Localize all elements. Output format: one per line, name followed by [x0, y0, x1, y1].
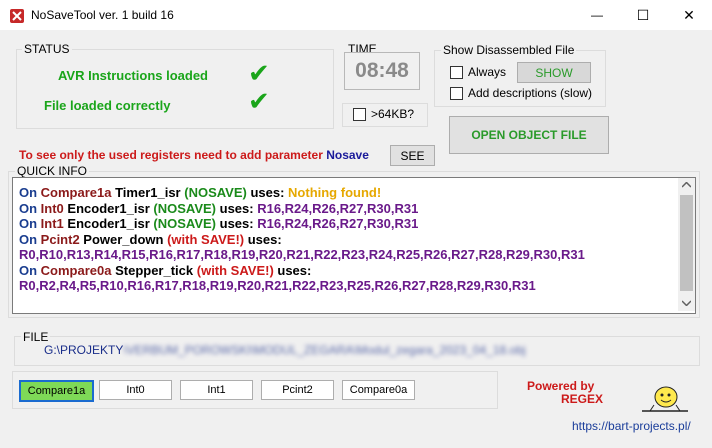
app-icon — [10, 9, 24, 23]
hint-text: To see only the used registers need to a… — [19, 148, 369, 162]
quick-info-segment: Int0 — [40, 200, 68, 216]
quick-info-segment: Timer1_isr — [115, 185, 185, 200]
vector-button-compare1a[interactable]: Compare1a — [19, 380, 94, 402]
minimize-icon: — — [591, 8, 603, 22]
quick-info-segment: (with SAVE!) — [196, 262, 278, 278]
file-path-prefix: G:\PROJEKTY — [44, 343, 124, 357]
quick-info-segment: Encoder1_isr — [67, 216, 154, 231]
status-avr-loaded: AVR Instructions loaded — [58, 68, 208, 83]
website-link[interactable]: https://bart-projects.pl/ — [572, 419, 691, 433]
disassembled-legend: Show Disassembled File — [441, 43, 577, 57]
quick-info-scrollbar[interactable] — [678, 178, 695, 311]
over64-checkbox[interactable] — [353, 108, 366, 121]
close-button[interactable]: ✕ — [666, 0, 712, 30]
time-display: 08:48 — [344, 52, 420, 90]
powered-by-label: Powered by — [527, 379, 595, 393]
status-group — [16, 49, 334, 129]
quick-info-segment: Nothing found! — [288, 185, 382, 200]
quick-info-legend: QUICK INFO — [15, 164, 90, 178]
quick-info-segment: Power_down — [83, 231, 168, 247]
file-path: G:\PROJEKTY\VERBUM_POROWSKI\MODUL_ZEGARA… — [44, 343, 526, 357]
see-button[interactable]: SEE — [390, 145, 435, 166]
add-descriptions-checkbox[interactable] — [450, 87, 463, 100]
quick-info-segment: R16,R24,R26,R27,R30,R31 — [257, 200, 419, 216]
vector-button-compare0a[interactable]: Compare0a — [342, 380, 415, 400]
quick-info-segment: Encoder1_isr — [67, 200, 154, 216]
quick-info-line: On Int0 Encoder1_isr (NOSAVE) uses: R16,… — [19, 201, 674, 217]
quick-info-segment: Pcint2 — [40, 231, 84, 247]
quick-info-line: On Compare0a Stepper_tick (with SAVE!) u… — [19, 263, 674, 279]
minimize-button[interactable]: — — [574, 0, 620, 30]
quick-info-lines: On Compare1a Timer1_isr (NOSAVE) uses: N… — [19, 185, 674, 294]
quick-info-segment: uses: — [250, 185, 289, 200]
quick-info-segment: (with SAVE!) — [167, 231, 248, 247]
open-object-file-button[interactable]: OPEN OBJECT FILE — [449, 116, 609, 154]
hint-param: Nosave — [326, 148, 369, 162]
quick-info-segment: R0,R2,R4,R5,R10,R16,R17,R18,R19,R20,R21,… — [19, 278, 536, 293]
vector-button-pcint2[interactable]: Pcint2 — [261, 380, 334, 400]
status-legend: STATUS — [22, 42, 72, 56]
quick-info-segment: On — [19, 185, 41, 200]
quick-info-segment: (NOSAVE) — [153, 200, 220, 216]
maximize-button[interactable]: ☐ — [620, 0, 666, 30]
quick-info-textbox[interactable]: On Compare1a Timer1_isr (NOSAVE) uses: N… — [12, 177, 696, 314]
quick-info-segment: On — [19, 200, 41, 216]
quick-info-segment: (NOSAVE) — [153, 216, 220, 231]
always-checkbox[interactable] — [450, 66, 463, 79]
quick-info-segment: On — [19, 216, 41, 231]
quick-info-segment: (NOSAVE) — [184, 185, 251, 200]
check-icon: ✔ — [248, 86, 270, 116]
close-icon: ✕ — [683, 6, 695, 23]
quick-info-segment: On — [19, 262, 41, 278]
over64-label: >64KB? — [371, 107, 415, 121]
status-file-loaded: File loaded correctly — [44, 98, 171, 113]
quick-info-segment: uses: — [247, 231, 282, 247]
file-legend: FILE — [21, 330, 51, 344]
file-path-rest: \VERBUM_POROWSKI\MODUL_ZEGARA\Modul_zega… — [123, 343, 526, 357]
quick-info-line: R0,R10,R13,R14,R15,R16,R17,R18,R19,R20,R… — [19, 247, 674, 263]
bulb-logo-icon — [642, 386, 688, 412]
quick-info-line: On Int1 Encoder1_isr (NOSAVE) uses: R16,… — [19, 216, 674, 232]
quick-info-segment: uses: — [277, 262, 312, 278]
quick-info-line: On Compare1a Timer1_isr (NOSAVE) uses: N… — [19, 185, 674, 201]
quick-info-line: R0,R2,R4,R5,R10,R16,R17,R18,R19,R20,R21,… — [19, 278, 674, 294]
quick-info-segment: On — [19, 231, 41, 247]
window-title: NoSaveTool ver. 1 build 16 — [31, 8, 174, 22]
scroll-up-icon[interactable] — [682, 182, 691, 188]
check-icon: ✔ — [248, 58, 270, 88]
quick-info-line: On Pcint2 Power_down (with SAVE!) uses: — [19, 232, 674, 248]
quick-info-segment: uses: — [219, 216, 258, 231]
quick-info-segment: R0,R10,R13,R14,R15,R16,R17,R18,R19,R20,R… — [19, 247, 585, 262]
add-descriptions-label: Add descriptions (slow) — [468, 86, 593, 100]
hint-message: To see only the used registers need to a… — [19, 148, 327, 162]
vector-button-int0[interactable]: Int0 — [99, 380, 172, 400]
scroll-down-icon[interactable] — [682, 300, 691, 306]
quick-info-segment: Compare1a — [40, 185, 116, 200]
quick-info-segment: Compare0a — [40, 262, 116, 278]
quick-info-segment: Int1 — [40, 216, 68, 231]
scroll-thumb[interactable] — [680, 195, 693, 291]
quick-info-segment: R16,R24,R26,R27,R30,R31 — [257, 216, 419, 231]
show-button[interactable]: SHOW — [517, 62, 591, 83]
quick-info-segment: Stepper_tick — [115, 262, 197, 278]
always-label: Always — [468, 65, 507, 79]
maximize-icon: ☐ — [636, 6, 650, 23]
powered-by-regex: REGEX — [561, 392, 604, 406]
quick-info-segment: uses: — [219, 200, 258, 216]
vector-button-int1[interactable]: Int1 — [180, 380, 253, 400]
